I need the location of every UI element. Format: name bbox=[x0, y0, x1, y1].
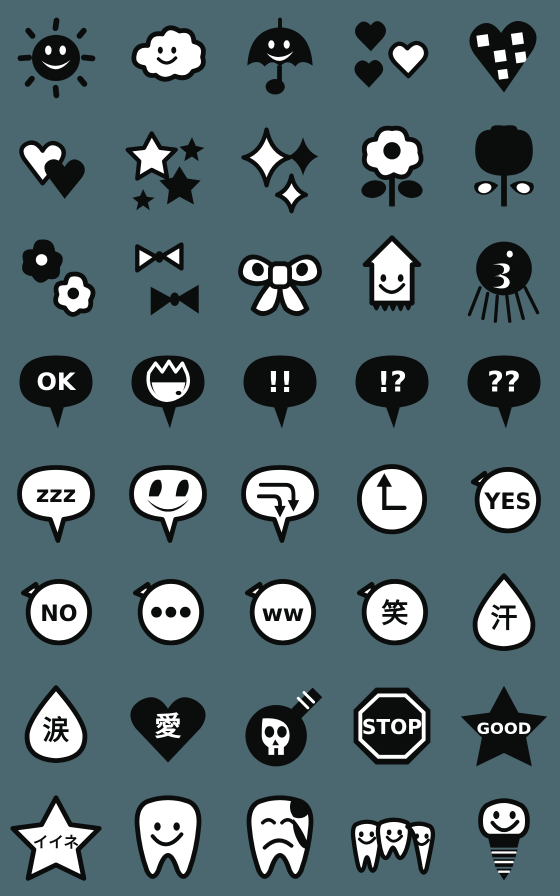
checkered-heart-icon bbox=[469, 20, 537, 93]
sticker-cell-6[interactable] bbox=[0, 112, 112, 224]
teeth-trio-icon bbox=[350, 817, 436, 875]
tooth-happy-icon bbox=[134, 795, 202, 879]
bubble-text: !! bbox=[267, 365, 293, 399]
happy-face-icon bbox=[129, 465, 207, 543]
implant-icon bbox=[478, 798, 530, 881]
sun-face-icon bbox=[17, 17, 96, 99]
bubble-text: !? bbox=[377, 365, 407, 399]
stars-cluster-icon bbox=[125, 131, 205, 211]
drop-text: 涙 bbox=[43, 715, 70, 747]
bowtie-pair-icon bbox=[135, 242, 199, 316]
sticker-cell-8[interactable] bbox=[224, 112, 336, 224]
heart-text: 愛 bbox=[155, 712, 182, 743]
sticker-cell-33[interactable] bbox=[224, 672, 336, 784]
sticker-cell-35[interactable]: GOOD bbox=[448, 672, 560, 784]
speech-bubble-icon: zzz bbox=[17, 465, 95, 543]
two-flowers-icon bbox=[22, 239, 96, 317]
sticker-cell-5[interactable] bbox=[448, 0, 560, 112]
sticker-cell-14[interactable] bbox=[336, 224, 448, 336]
sticker-cell-12[interactable] bbox=[112, 224, 224, 336]
sticker-cell-10[interactable] bbox=[448, 112, 560, 224]
sticker-cell-17[interactable] bbox=[112, 336, 224, 448]
sticker-cell-38[interactable] bbox=[224, 784, 336, 896]
ribbon-bow-icon bbox=[238, 254, 322, 316]
skull-bottle-icon bbox=[245, 687, 323, 767]
speech-bubble-icon: ?? bbox=[467, 355, 541, 429]
sticker-cell-34[interactable]: STOP bbox=[336, 672, 448, 784]
speech-bubble-icon: YES bbox=[470, 467, 541, 534]
sticker-cell-27[interactable] bbox=[112, 560, 224, 672]
up-arrow-icon bbox=[356, 464, 428, 535]
heart-icon: 愛 bbox=[130, 697, 206, 763]
sticker-cell-28[interactable]: ww bbox=[224, 560, 336, 672]
sticker-cell-39[interactable] bbox=[336, 784, 448, 896]
water-drop-icon: 汗 bbox=[472, 573, 536, 652]
sticker-cell-25[interactable]: YES bbox=[448, 448, 560, 560]
sticker-cell-1[interactable] bbox=[0, 0, 112, 112]
heart-pair-icon bbox=[19, 140, 85, 199]
bubble-text: ww bbox=[262, 601, 305, 627]
bubble-text: YES bbox=[483, 490, 531, 515]
sticker-cell-40[interactable] bbox=[448, 784, 560, 896]
octagon-icon: STOP bbox=[353, 687, 431, 765]
bubble-text: OK bbox=[37, 368, 77, 396]
down-arrows-icon bbox=[241, 465, 319, 543]
sticker-cell-30[interactable]: 汗 bbox=[448, 560, 560, 672]
star-icon: イイネ bbox=[10, 795, 102, 881]
sticker-cell-16[interactable]: OK bbox=[0, 336, 112, 448]
sticker-cell-21[interactable]: zzz bbox=[0, 448, 112, 560]
sparkles-icon bbox=[241, 127, 319, 214]
squid-face-icon bbox=[362, 235, 422, 312]
water-drop-icon: 涙 bbox=[24, 685, 88, 764]
sticker-cell-22[interactable] bbox=[112, 448, 224, 560]
sticker-cell-4[interactable] bbox=[336, 0, 448, 112]
sticker-cell-37[interactable] bbox=[112, 784, 224, 896]
sticker-cell-32[interactable]: 愛 bbox=[112, 672, 224, 784]
speech-bubble-icon: NO bbox=[20, 579, 92, 646]
cloud-face-icon bbox=[131, 25, 206, 82]
sticker-cell-31[interactable]: 涙 bbox=[0, 672, 112, 784]
sign-text: STOP bbox=[362, 715, 422, 739]
speech-bubble-grin-icon bbox=[131, 355, 205, 429]
speech-bubble-icon: ww bbox=[244, 579, 316, 646]
flower-icon bbox=[361, 125, 424, 207]
bubble-text: 笑 bbox=[381, 598, 408, 630]
speech-bubble-icon: 笑 bbox=[356, 579, 428, 646]
jellyfish-face-icon bbox=[467, 241, 540, 323]
sticker-cell-3[interactable] bbox=[224, 0, 336, 112]
sticker-cell-36[interactable]: イイネ bbox=[0, 784, 112, 896]
sticker-cell-26[interactable]: NO bbox=[0, 560, 112, 672]
emoji-sticker-grid: OK !! !? ?? zzz YES NO ww 笑 汗 涙 愛 STOP G… bbox=[0, 0, 560, 896]
star-text: GOOD bbox=[477, 719, 532, 738]
umbrella-face-icon bbox=[247, 17, 313, 95]
drop-text: 汗 bbox=[491, 604, 518, 635]
sticker-cell-15[interactable] bbox=[448, 224, 560, 336]
speech-bubble-icon: !? bbox=[355, 355, 429, 429]
speech-bubble-icon: !! bbox=[243, 355, 317, 429]
sticker-cell-9[interactable] bbox=[336, 112, 448, 224]
sticker-cell-23[interactable] bbox=[224, 448, 336, 560]
sticker-cell-2[interactable] bbox=[112, 0, 224, 112]
tulip-icon bbox=[474, 125, 534, 207]
sticker-cell-24[interactable] bbox=[336, 448, 448, 560]
speech-bubble-icon: OK bbox=[19, 355, 93, 429]
bubble-text: NO bbox=[40, 602, 77, 627]
bubble-text: zzz bbox=[36, 482, 76, 508]
ellipsis-icon bbox=[132, 579, 204, 646]
star-text: イイネ bbox=[33, 834, 79, 852]
sticker-cell-18[interactable]: !! bbox=[224, 336, 336, 448]
sticker-cell-7[interactable] bbox=[112, 112, 224, 224]
sticker-cell-13[interactable] bbox=[224, 224, 336, 336]
sticker-cell-11[interactable] bbox=[0, 224, 112, 336]
sticker-cell-29[interactable]: 笑 bbox=[336, 560, 448, 672]
bubble-text: ?? bbox=[487, 365, 520, 399]
sticker-cell-20[interactable]: ?? bbox=[448, 336, 560, 448]
sticker-cell-19[interactable]: !? bbox=[336, 336, 448, 448]
tooth-sad-icon bbox=[246, 795, 314, 879]
hearts-trio-icon bbox=[354, 21, 429, 88]
star-icon: GOOD bbox=[460, 685, 548, 767]
